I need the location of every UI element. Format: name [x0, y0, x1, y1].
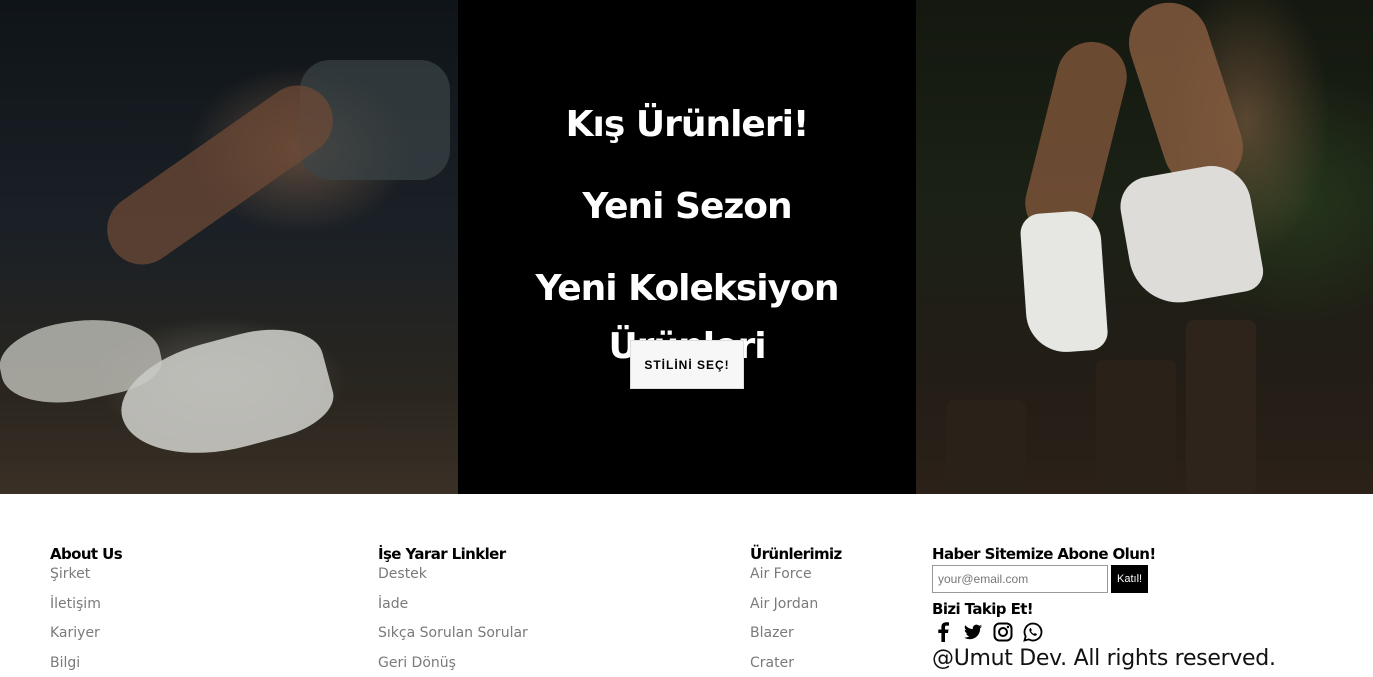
choose-style-button[interactable]: STİLİNİ SEÇ!: [630, 340, 744, 389]
social-links: [932, 620, 1352, 644]
hero-image-left: [0, 0, 458, 494]
footer-newsletter-column: Haber Sitemize Abone Olun! Katıl! Bizi T…: [932, 546, 1352, 671]
newsletter-form: Katıl!: [932, 565, 1352, 593]
hero-title: Kış Ürünleri!: [565, 104, 810, 145]
footer-product-air-jordan[interactable]: Air Jordan: [750, 593, 842, 623]
newsletter-title: Haber Sitemize Abone Olun!: [932, 545, 1156, 563]
footer: About Us Şirket İletişim Kariyer Bilgi İ…: [0, 494, 1373, 677]
hero-subtitle: Yeni Sezon: [582, 186, 792, 227]
footer-link-contact[interactable]: İletişim: [50, 593, 122, 623]
hero-banner: Kış Ürünleri! Yeni Sezon Yeni Koleksiyon…: [0, 0, 1373, 494]
footer-link-info[interactable]: Bilgi: [50, 652, 122, 677]
footer-about-title: About Us: [50, 545, 123, 563]
instagram-icon[interactable]: [992, 621, 1014, 643]
footer-link-feedback[interactable]: Geri Dönüş: [378, 652, 528, 677]
footer-products-column: Ürünlerimiz Air Force Air Jordan Blazer …: [750, 546, 842, 677]
footer-products-title: Ürünlerimiz: [750, 545, 842, 563]
whatsapp-icon[interactable]: [1022, 621, 1044, 643]
follow-title: Bizi Takip Et!: [932, 600, 1034, 618]
hero-image-right: [916, 0, 1373, 494]
hero-tagline: Yeni Koleksiyon Ürünleri: [535, 268, 840, 367]
footer-link-support[interactable]: Destek: [378, 563, 528, 593]
facebook-icon[interactable]: [932, 621, 954, 643]
footer-about-column: About Us Şirket İletişim Kariyer Bilgi: [50, 545, 123, 677]
hero-text-panel: Kış Ürünleri! Yeni Sezon Yeni Koleksiyon…: [458, 0, 916, 494]
footer-product-air-force[interactable]: Air Force: [750, 563, 842, 593]
footer-product-crater[interactable]: Crater: [750, 652, 842, 677]
copyright-text: @Umut Dev. All rights reserved.: [932, 646, 1276, 671]
footer-product-blazer[interactable]: Blazer: [750, 622, 842, 652]
newsletter-email-input[interactable]: [932, 565, 1108, 593]
footer-link-faq[interactable]: Sıkça Sorulan Sorular: [378, 622, 528, 652]
footer-link-returns[interactable]: İade: [378, 593, 528, 623]
footer-links-column: İşe Yarar Linkler Destek İade Sıkça Soru…: [378, 546, 528, 677]
footer-links-title: İşe Yarar Linkler: [378, 545, 506, 563]
footer-link-company[interactable]: Şirket: [50, 563, 122, 593]
twitter-icon[interactable]: [962, 621, 984, 643]
footer-link-careers[interactable]: Kariyer: [50, 622, 122, 652]
newsletter-join-button[interactable]: Katıl!: [1111, 565, 1149, 593]
